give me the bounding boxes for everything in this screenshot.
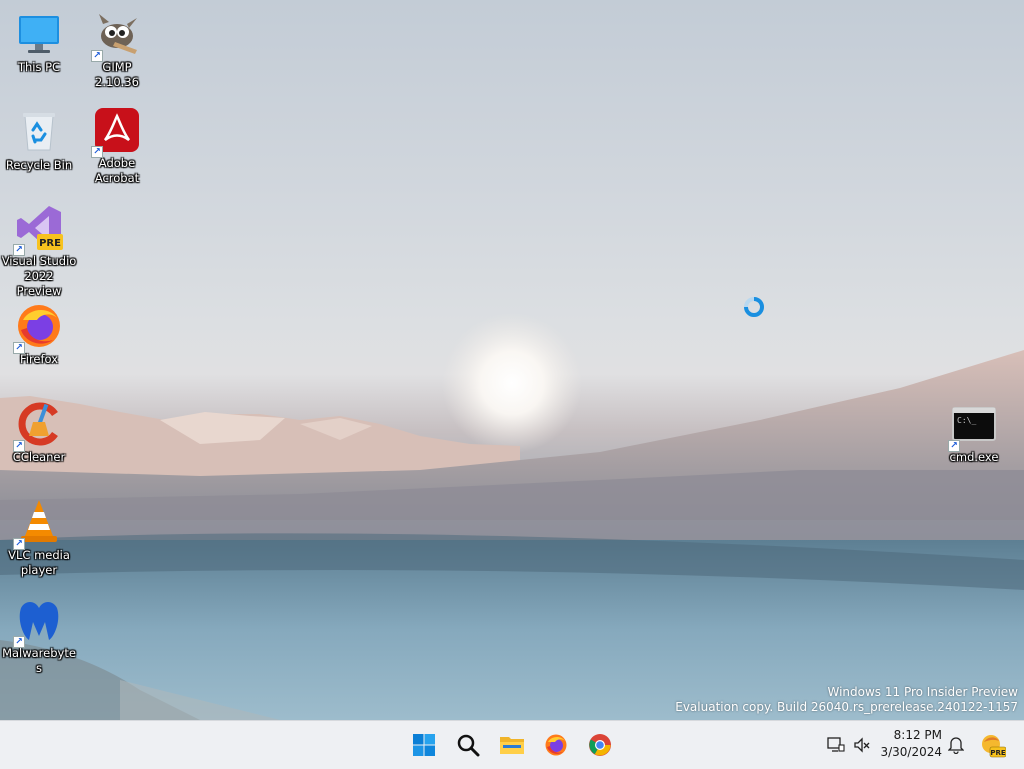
desktop-icon-label: CCleaner <box>12 450 66 464</box>
desktop-icon-recycle-bin[interactable]: Recycle Bin <box>1 108 77 173</box>
monitor-icon <box>19 16 59 53</box>
taskbar: 8:12 PM 3/30/2024 PRE <box>0 720 1024 769</box>
tray-notifications-button[interactable] <box>942 727 970 763</box>
taskbar-file-explorer-button[interactable] <box>494 727 530 763</box>
desktop-icon-label: Malwarebytes <box>2 646 76 675</box>
desktop-icon-label: Recycle Bin <box>5 158 73 172</box>
taskbar-firefox-button[interactable] <box>538 727 574 763</box>
taskbar-start-button[interactable] <box>406 727 442 763</box>
desktop-icon-label: VLC media player <box>8 548 70 577</box>
volume-muted-icon <box>854 737 870 753</box>
desktop-icon-gimp[interactable]: ↗ GIMP 2.10.36 <box>79 10 155 90</box>
search-icon <box>457 734 480 757</box>
desktop-icon-ccleaner[interactable]: ↗ CCleaner <box>1 400 77 465</box>
desktop-icon-vlc[interactable]: ↗ VLC media player <box>1 498 77 578</box>
loading-spinner-icon <box>744 297 764 317</box>
shortcut-arrow-icon: ↗ <box>91 50 103 62</box>
tray-network-button[interactable] <box>822 727 850 763</box>
chrome-icon <box>589 734 611 756</box>
desktop-icon-cmd[interactable]: C:\_ ↗ cmd.exe <box>936 400 1012 465</box>
desktop-icon-firefox[interactable]: ↗ Firefox <box>1 302 77 367</box>
shortcut-arrow-icon: ↗ <box>13 244 25 256</box>
desktop-icon-label: GIMP 2.10.36 <box>95 60 139 89</box>
desktop-icon-adobe-acrobat[interactable]: ↗ Adobe Acrobat <box>79 106 155 186</box>
shortcut-arrow-icon: ↗ <box>91 146 103 158</box>
tray-time: 8:12 PM <box>893 728 942 742</box>
notification-bell-icon <box>948 737 964 754</box>
svg-text:PRE: PRE <box>39 238 61 249</box>
tray-date: 3/30/2024 <box>880 745 942 759</box>
shortcut-arrow-icon: ↗ <box>13 636 25 648</box>
recycle-bin-icon <box>23 113 55 151</box>
taskbar-search-button[interactable] <box>450 727 486 763</box>
shortcut-arrow-icon: ↗ <box>13 342 25 354</box>
taskbar-chrome-button[interactable] <box>582 727 618 763</box>
desktop-icon-label: cmd.exe <box>949 450 999 464</box>
tray-copilot-button[interactable]: PRE <box>976 727 1010 763</box>
desktop-icon-label: Visual Studio 2022 Preview <box>1 254 77 298</box>
windows-start-icon <box>413 734 435 756</box>
svg-text:PRE: PRE <box>990 749 1006 757</box>
shortcut-arrow-icon: ↗ <box>13 538 25 550</box>
desktop-icon-label: This PC <box>17 60 61 74</box>
tray-volume-button[interactable] <box>848 727 876 763</box>
watermark-edition: Windows 11 Pro Insider Preview <box>827 685 1018 699</box>
desktop[interactable]: This PC ↗ GIMP 2.10.36 Recycle Bin ↗ Ado… <box>0 0 1024 720</box>
shortcut-arrow-icon: ↗ <box>13 440 25 452</box>
svg-text:C:\_: C:\_ <box>957 416 976 425</box>
copilot-pre-icon: PRE <box>982 735 1006 758</box>
desktop-icon-visual-studio[interactable]: PRE ↗ Visual Studio 2022 Preview <box>1 204 77 299</box>
watermark-build: Evaluation copy. Build 26040.rs_prerelea… <box>675 700 1018 714</box>
desktop-icon-label: Adobe Acrobat <box>94 156 140 185</box>
desktop-icon-label: Firefox <box>19 352 59 366</box>
windows-watermark: Windows 11 Pro Insider Preview Evaluatio… <box>675 685 1018 715</box>
network-icon <box>827 737 845 752</box>
tray-clock[interactable]: 8:12 PM 3/30/2024 <box>880 727 942 761</box>
shortcut-arrow-icon: ↗ <box>948 440 960 452</box>
desktop-icon-this-pc[interactable]: This PC <box>1 10 77 75</box>
file-explorer-icon <box>500 737 524 754</box>
desktop-icon-malwarebytes[interactable]: ↗ Malwarebytes <box>1 596 77 676</box>
firefox-icon <box>545 734 567 756</box>
